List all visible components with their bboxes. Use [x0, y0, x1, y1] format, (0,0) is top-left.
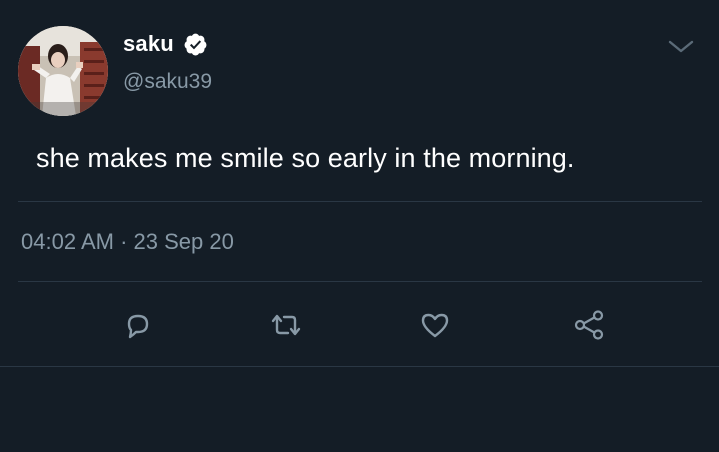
share-icon [572, 308, 606, 342]
tweet-time: 04:02 AM [21, 229, 114, 254]
tweet-date: 23 Sep 20 [133, 229, 234, 254]
reply-icon [123, 310, 153, 340]
divider [0, 366, 719, 367]
divider [18, 281, 702, 282]
tweet-timestamp[interactable]: 04:02 AM · 23 Sep 20 [21, 229, 234, 255]
tweet-text: she makes me smile so early in the morni… [36, 143, 575, 173]
like-button[interactable] [415, 305, 455, 345]
verified-badge-icon [183, 32, 208, 57]
share-button[interactable] [569, 305, 609, 345]
heart-icon [419, 310, 451, 340]
user-handle[interactable]: @saku39 [123, 70, 212, 94]
author-row: saku [123, 31, 208, 57]
divider [18, 201, 702, 202]
retweet-button[interactable] [266, 305, 306, 345]
avatar[interactable] [18, 26, 108, 116]
chevron-down-icon[interactable] [668, 36, 694, 56]
retweet-icon [269, 310, 303, 340]
tweet-detail: saku @saku39 she makes me smile so early… [0, 0, 719, 452]
timestamp-separator: · [120, 229, 128, 254]
display-name[interactable]: saku [123, 31, 174, 57]
reply-button[interactable] [118, 305, 158, 345]
